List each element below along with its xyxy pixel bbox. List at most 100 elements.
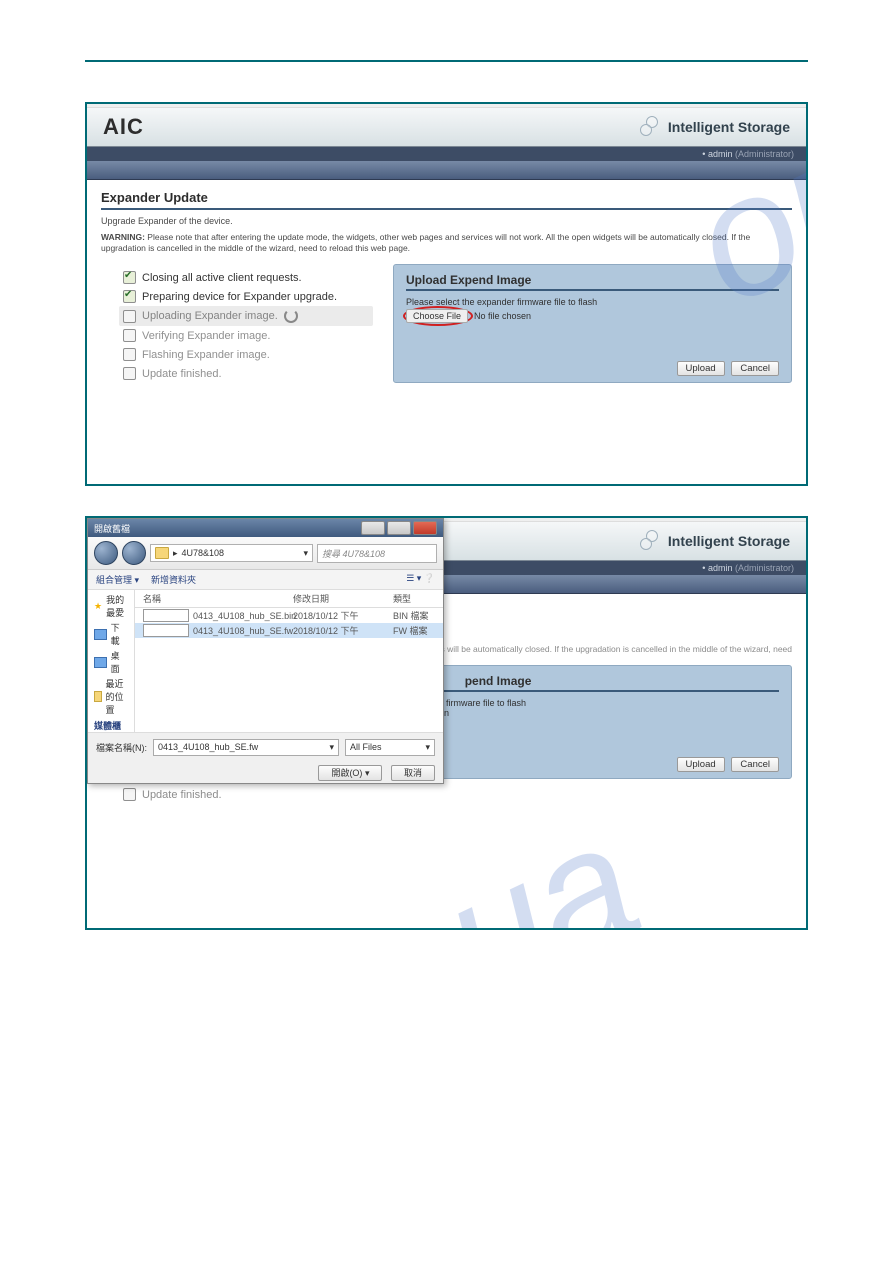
forward-icon[interactable] [122, 541, 146, 565]
download-icon [94, 629, 107, 640]
user-role: (Administrator) [735, 563, 794, 573]
file-type: BIN 檔案 [393, 609, 443, 622]
file-icon [143, 609, 189, 622]
star-icon: ★ [94, 601, 102, 612]
file-list: 名稱 修改日期 類型 0413_4U108_hub_SE.bin 2018/10… [135, 590, 443, 732]
header-rule [85, 60, 808, 62]
tree-item[interactable]: 桌面 [111, 649, 128, 675]
step-list: Closing all active client requests. Prep… [101, 264, 373, 383]
close-icon[interactable] [413, 521, 437, 535]
dialog-titlebar: 開啟舊檔 [88, 519, 443, 537]
folder-tree[interactable]: ★我的最愛 下載 桌面 最近的位置 媒體櫃 文件 音樂 視訊 圖片 家用群組 [88, 590, 135, 732]
dialog-toolbar: 組合管理 ▾ 新增資料夾 ☰ ▾ ❔ [88, 570, 443, 590]
step-item: Update finished. [123, 364, 373, 383]
filetype-value: All Files [350, 742, 382, 752]
file-date: 2018/10/12 下午 [293, 624, 393, 637]
upload-title-partial: Upload Expend Image [406, 674, 779, 692]
path-input[interactable]: ▸4U78&108▾ [150, 544, 313, 562]
brand-icon [636, 530, 662, 552]
cancel-button[interactable]: Cancel [731, 757, 779, 772]
menu-bar[interactable] [87, 161, 806, 180]
tree-item[interactable]: 下載 [111, 621, 128, 647]
col-date[interactable]: 修改日期 [293, 592, 393, 605]
step-item: Closing all active client requests. [123, 268, 373, 287]
user-name: admin [708, 563, 733, 573]
checkbox-icon [123, 788, 136, 801]
step-label: Uploading Expander image. [142, 310, 278, 322]
minimize-icon[interactable] [361, 521, 385, 535]
checkbox-icon [123, 310, 136, 323]
spinner-icon [284, 309, 298, 323]
maximize-icon[interactable] [387, 521, 411, 535]
choose-file-button[interactable]: Choose File [406, 309, 468, 323]
filetype-select[interactable]: All Files▾ [345, 739, 435, 756]
file-header: 名稱 修改日期 類型 [135, 590, 443, 608]
desktop-icon [94, 657, 107, 668]
dialog-nav: ▸4U78&108▾ 搜尋 4U78&108 [88, 537, 443, 570]
upload-button[interactable]: Upload [677, 361, 725, 376]
watermark: ve.c [435, 433, 793, 486]
dialog-buttons: 開啟(O) ▾ 取消 [88, 762, 443, 783]
file-open-dialog: 開啟舊檔 ▸4U78&108▾ 搜尋 4U78&108 組合管理 ▾ 新增資料夾… [87, 518, 444, 784]
step-label: Verifying Expander image. [142, 330, 270, 342]
folder-icon [155, 547, 169, 559]
brand-icon [636, 116, 662, 138]
filename-input[interactable]: 0413_4U108_hub_SE.fw▾ [153, 739, 339, 756]
upload-panel: Upload Expend Image expander firmware fi… [393, 665, 792, 779]
file-date: 2018/10/12 下午 [293, 609, 393, 622]
upload-instruction: Please select the expander firmware file… [406, 297, 779, 307]
file-row[interactable]: 0413_4U108_hub_SE.bin 2018/10/12 下午 BIN … [135, 608, 443, 623]
brand-name: Intelligent Storage [668, 119, 790, 135]
upload-title: Upload Expend Image [406, 273, 779, 291]
upload-title-text: pend Image [465, 674, 532, 688]
file-name: 0413_4U108_hub_SE.fw [193, 626, 293, 636]
step-label: Closing all active client requests. [142, 272, 302, 284]
upload-sub1: expander firmware file to flash [406, 698, 779, 708]
user-role: (Administrator) [735, 149, 794, 159]
tree-fav: 我的最愛 [106, 593, 128, 619]
file-icon [143, 624, 189, 637]
step-label: Flashing Expander image. [142, 349, 270, 361]
brand-name: Intelligent Storage [668, 533, 790, 549]
path-text: 4U78&108 [182, 548, 225, 558]
step-item: Verifying Expander image. [123, 326, 373, 345]
cancel-button[interactable]: Cancel [731, 361, 779, 376]
step-item-current: Uploading Expander image. [119, 306, 373, 326]
new-folder-button[interactable]: 新增資料夾 [151, 573, 196, 586]
recent-icon [94, 691, 102, 702]
dialog-bottom: 檔案名稱(N): 0413_4U108_hub_SE.fw▾ All Files… [88, 732, 443, 762]
user-name: admin [708, 149, 733, 159]
step-item: Update finished. [101, 785, 792, 804]
organize-menu[interactable]: 組合管理 ▾ [96, 573, 139, 586]
checkbox-icon [123, 348, 136, 361]
user-bar: • admin (Administrator) [87, 147, 806, 161]
back-icon[interactable] [94, 541, 118, 565]
col-type[interactable]: 類型 [393, 592, 443, 605]
open-label: 開啟(O) [331, 768, 362, 778]
search-input[interactable]: 搜尋 4U78&108 [317, 544, 437, 563]
no-file-label: No file chosen [474, 311, 531, 321]
file-name: 0413_4U108_hub_SE.bin [193, 611, 293, 621]
step-item: Preparing device for Expander upgrade. [123, 287, 373, 306]
search-placeholder: 搜尋 4U78&108 [322, 549, 385, 559]
open-button[interactable]: 開啟(O) ▾ [318, 765, 382, 781]
step-item: Flashing Expander image. [123, 345, 373, 364]
check-icon [123, 271, 136, 284]
page-subtitle: Upgrade Expander of the device. [101, 216, 792, 226]
app-header: AIC Intelligent Storage [87, 108, 806, 147]
dialog-title: 開啟舊檔 [94, 522, 130, 535]
check-icon [123, 290, 136, 303]
logo: AIC [103, 114, 144, 140]
step-label: Preparing device for Expander upgrade. [142, 291, 337, 303]
filename-label: 檔案名稱(N): [96, 741, 147, 754]
tree-item[interactable]: 最近的位置 [106, 677, 129, 716]
upload-button[interactable]: Upload [677, 757, 725, 772]
col-name[interactable]: 名稱 [135, 592, 293, 605]
file-row-selected[interactable]: 0413_4U108_hub_SE.fw 2018/10/12 下午 FW 檔案 [135, 623, 443, 638]
checkbox-icon [123, 329, 136, 342]
filename-value: 0413_4U108_hub_SE.fw [158, 742, 258, 752]
cancel-button[interactable]: 取消 [391, 765, 435, 781]
checkbox-icon [123, 367, 136, 380]
screenshot-expander-update: AIC Intelligent Storage • admin (Adminis… [85, 102, 808, 486]
warning-text: WARNING: Please note that after entering… [101, 232, 792, 254]
